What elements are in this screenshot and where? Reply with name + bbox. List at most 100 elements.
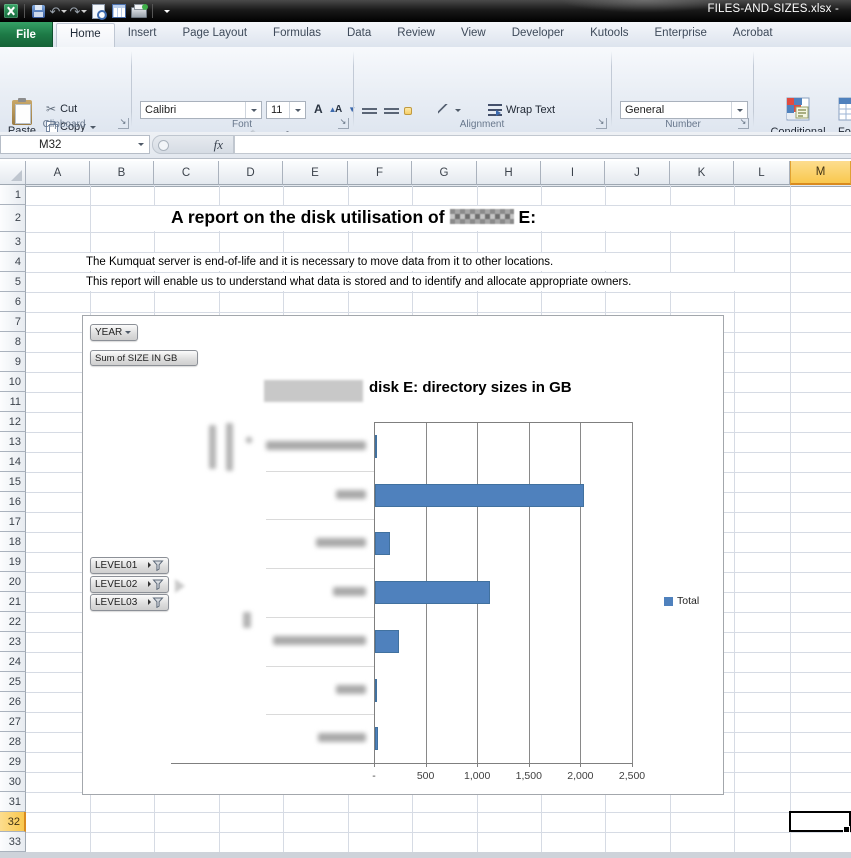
page-setup-button[interactable] xyxy=(110,3,127,19)
save-button[interactable] xyxy=(30,3,47,19)
column-header-H[interactable]: H xyxy=(477,161,541,185)
row-header-5[interactable]: 5 xyxy=(0,272,26,292)
column-header-E[interactable]: E xyxy=(283,161,348,185)
insert-function-button[interactable]: fx xyxy=(214,137,223,153)
pivot-field-level03[interactable]: LEVEL03 xyxy=(90,594,169,611)
row-header-16[interactable]: 16 xyxy=(0,492,26,512)
bar[interactable] xyxy=(375,532,390,555)
font-name-select[interactable]: Calibri xyxy=(140,101,262,119)
row-header-30[interactable]: 30 xyxy=(0,772,26,792)
tab-acrobat[interactable]: Acrobat xyxy=(720,22,786,47)
align-middle-button[interactable] xyxy=(384,103,399,119)
row-header-17[interactable]: 17 xyxy=(0,512,26,532)
name-box[interactable]: M32 xyxy=(0,135,150,154)
tab-view[interactable]: View xyxy=(448,22,499,47)
bar[interactable] xyxy=(375,679,377,702)
row-header-10[interactable]: 10 xyxy=(0,372,26,392)
row-header-19[interactable]: 19 xyxy=(0,552,26,572)
font-dialog-launcher[interactable]: ↘ xyxy=(338,118,349,129)
column-header-A[interactable]: A xyxy=(26,161,90,185)
select-all-corner[interactable] xyxy=(0,161,26,185)
column-header-B[interactable]: B xyxy=(90,161,154,185)
clipboard-dialog-launcher[interactable]: ↘ xyxy=(118,118,129,129)
bar[interactable] xyxy=(375,630,399,653)
tab-data[interactable]: Data xyxy=(334,22,384,47)
excel-logo-icon[interactable] xyxy=(2,3,19,19)
column-header-I[interactable]: I xyxy=(541,161,605,185)
fill-handle[interactable] xyxy=(843,826,850,833)
file-tab[interactable]: File xyxy=(0,22,53,47)
pivot-field-level02[interactable]: LEVEL02 xyxy=(90,576,169,593)
column-header-K[interactable]: K xyxy=(670,161,734,185)
cut-button[interactable]: ✂ Cut xyxy=(46,101,77,117)
qat-customize-button[interactable] xyxy=(158,3,175,19)
row-header-6[interactable]: 6 xyxy=(0,292,26,312)
row-header-9[interactable]: 9 xyxy=(0,352,26,372)
column-header-G[interactable]: G xyxy=(412,161,477,185)
column-header-D[interactable]: D xyxy=(219,161,283,185)
bar[interactable] xyxy=(375,484,584,507)
pivot-chart[interactable]: YEAR Sum of SIZE IN GB disk E: directory… xyxy=(82,315,724,795)
number-dialog-launcher[interactable]: ↘ xyxy=(738,118,749,129)
row-header-28[interactable]: 28 xyxy=(0,732,26,752)
row-header-25[interactable]: 25 xyxy=(0,672,26,692)
tab-kutools[interactable]: Kutools xyxy=(577,22,641,47)
row-header-7[interactable]: 7 xyxy=(0,312,26,332)
row-header-33[interactable]: 33 xyxy=(0,832,26,852)
column-header-L[interactable]: L xyxy=(734,161,790,185)
row-header-24[interactable]: 24 xyxy=(0,652,26,672)
row-header-21[interactable]: 21 xyxy=(0,592,26,612)
column-header-J[interactable]: J xyxy=(605,161,670,185)
row-header-8[interactable]: 8 xyxy=(0,332,26,352)
bar[interactable] xyxy=(375,727,378,750)
row-header-20[interactable]: 20 xyxy=(0,572,26,592)
bar[interactable] xyxy=(375,435,377,458)
font-size-select[interactable]: 11 xyxy=(266,101,306,119)
print-preview-button[interactable] xyxy=(90,3,107,19)
tab-review[interactable]: Review xyxy=(384,22,448,47)
formula-bar-handle[interactable] xyxy=(158,140,169,151)
row-header-11[interactable]: 11 xyxy=(0,392,26,412)
formula-input[interactable] xyxy=(234,135,851,154)
column-header-M[interactable]: M xyxy=(790,161,851,185)
row-header-12[interactable]: 12 xyxy=(0,412,26,432)
row-header-32[interactable]: 32 xyxy=(0,812,26,832)
row-header-13[interactable]: 13 xyxy=(0,432,26,452)
row-header-26[interactable]: 26 xyxy=(0,692,26,712)
undo-button[interactable]: ↶ xyxy=(50,3,67,19)
selected-cell-m32[interactable] xyxy=(789,811,851,832)
tab-insert[interactable]: Insert xyxy=(115,22,170,47)
orientation-button[interactable] xyxy=(438,102,461,118)
chart-legend[interactable]: Total xyxy=(664,595,699,607)
pivot-year-button[interactable]: YEAR xyxy=(90,324,138,341)
bar[interactable] xyxy=(375,581,490,604)
quick-print-button[interactable] xyxy=(130,3,147,19)
row-header-27[interactable]: 27 xyxy=(0,712,26,732)
row-header-29[interactable]: 29 xyxy=(0,752,26,772)
row-header-3[interactable]: 3 xyxy=(0,232,26,252)
pivot-value-button[interactable]: Sum of SIZE IN GB xyxy=(90,350,198,366)
column-header-C[interactable]: C xyxy=(154,161,219,185)
row-header-18[interactable]: 18 xyxy=(0,532,26,552)
row-header-4[interactable]: 4 xyxy=(0,252,26,272)
tab-enterprise[interactable]: Enterprise xyxy=(642,22,720,47)
row-header-15[interactable]: 15 xyxy=(0,472,26,492)
row-header-1[interactable]: 1 xyxy=(0,185,26,205)
tab-home[interactable]: Home xyxy=(56,23,115,48)
pivot-field-level01[interactable]: LEVEL01 xyxy=(90,557,169,574)
row-header-14[interactable]: 14 xyxy=(0,452,26,472)
row-header-22[interactable]: 22 xyxy=(0,612,26,632)
number-format-select[interactable]: General xyxy=(620,101,748,119)
tab-formulas[interactable]: Formulas xyxy=(260,22,334,47)
align-top-button[interactable] xyxy=(362,103,377,119)
alignment-dialog-launcher[interactable]: ↘ xyxy=(596,118,607,129)
wrap-text-button[interactable]: Wrap Text xyxy=(488,102,555,118)
row-header-23[interactable]: 23 xyxy=(0,632,26,652)
row-header-2[interactable]: 2 xyxy=(0,205,26,232)
tab-developer[interactable]: Developer xyxy=(499,22,577,47)
tab-page-layout[interactable]: Page Layout xyxy=(169,22,260,47)
name-box-dropdown[interactable] xyxy=(133,136,149,153)
column-header-F[interactable]: F xyxy=(348,161,412,185)
redo-button[interactable]: ↷ xyxy=(70,3,87,19)
row-header-31[interactable]: 31 xyxy=(0,792,26,812)
